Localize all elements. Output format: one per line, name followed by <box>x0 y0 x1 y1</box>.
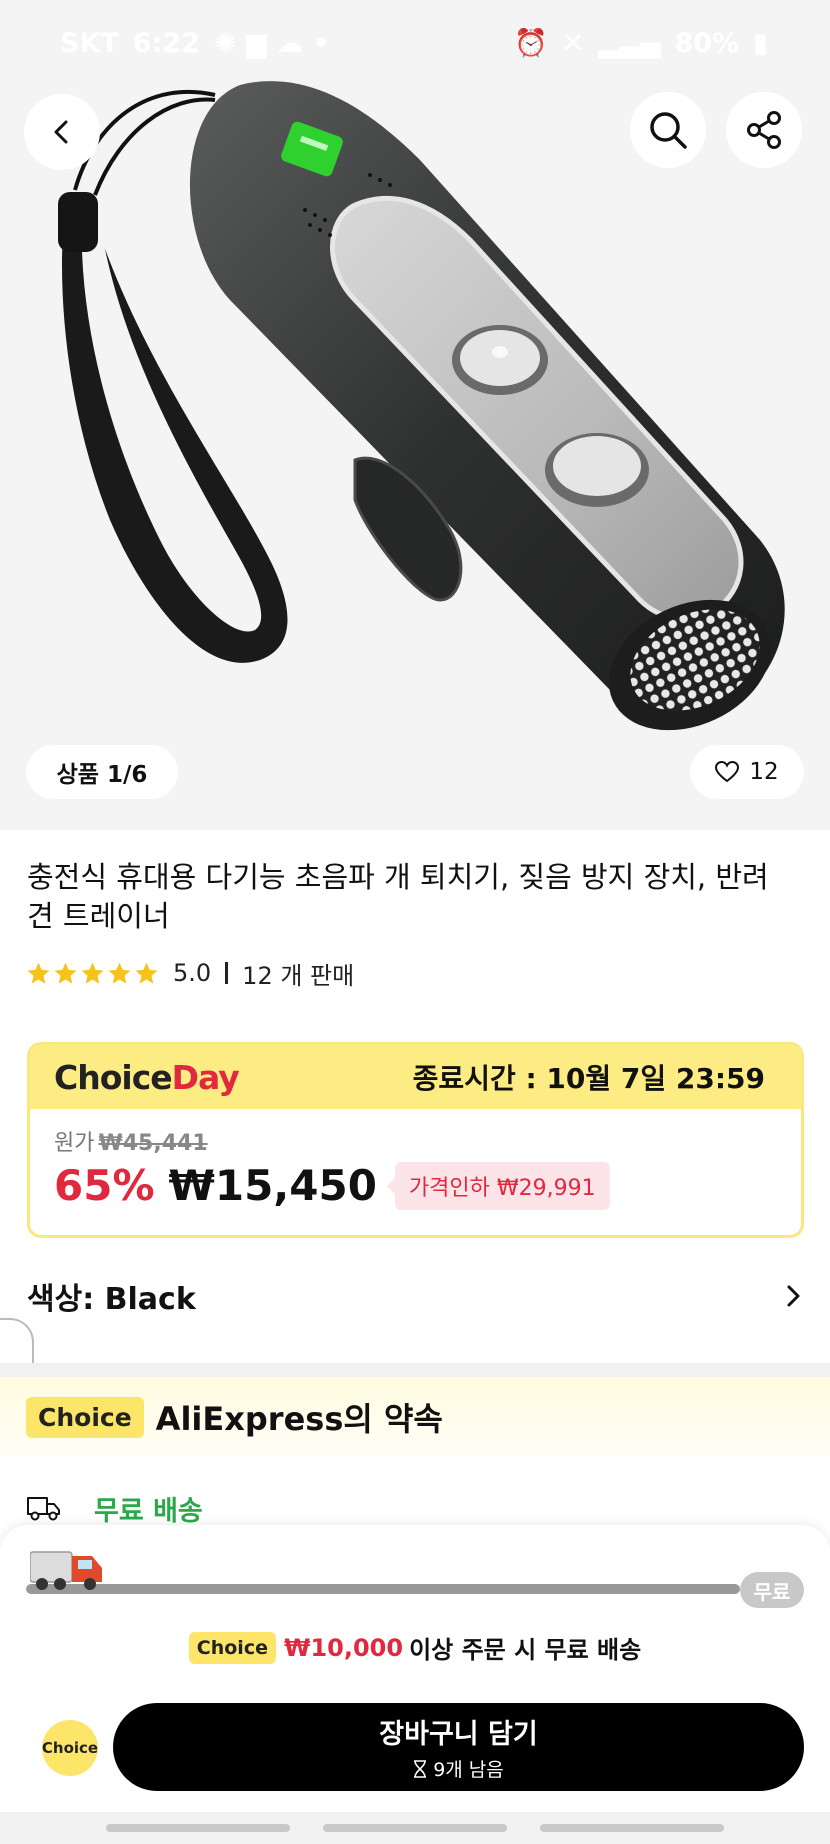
price-block: 원가 ₩45,441 65% ₩15,450 가격인하 ₩29,991 <box>30 1109 801 1210</box>
choice-day-logo: ChoiceDay <box>54 1057 240 1097</box>
star-icon <box>27 962 50 984</box>
free-shipping-label: 무료 배송 <box>94 1495 203 1527</box>
free-shipping-text: 이상 주문 시 무료 배송 <box>409 1636 642 1664</box>
sold-count: 12 개 판매 <box>242 961 355 990</box>
free-shipping-message: Choice ₩10,000 이상 주문 시 무료 배송 <box>0 1630 830 1665</box>
bottom-sheet <box>0 1525 830 1844</box>
rating-row[interactable]: 5.0 12 개 판매 <box>26 955 354 991</box>
hourglass-icon <box>414 1759 427 1778</box>
nav-handle-center[interactable] <box>322 1824 507 1832</box>
aliexpress-promise-header: Choice AliExpress의 약속 <box>0 1377 830 1457</box>
back-button[interactable] <box>24 94 100 170</box>
like-count: 12 <box>749 759 779 785</box>
sale-price: ₩15,450 <box>168 1161 377 1210</box>
star-icon <box>54 962 77 984</box>
star-icon <box>81 962 104 984</box>
carrier-label: SKT <box>60 27 119 59</box>
free-shipping-row[interactable]: 무료 배송 <box>26 1488 806 1528</box>
nav-handle-left[interactable] <box>106 1824 291 1832</box>
image-counter: 상품 1/6 <box>26 745 178 799</box>
product-title: 충전식 휴대용 다기능 초음파 개 퇴치기, 짖음 방지 장치, 반려견 트레이… <box>27 860 769 933</box>
signal-icon: ▂▃▄ <box>598 27 661 59</box>
battery-label: 80% <box>674 27 740 59</box>
share-icon <box>747 111 781 149</box>
search-icon <box>650 112 687 149</box>
discount-percent: 65% <box>54 1161 155 1210</box>
choice-day-header: ChoiceDay 종료시간 : 10월 7일 23:59 <box>30 1045 801 1109</box>
battery-icon: ▮ <box>753 27 768 59</box>
color-option-label: 색상: Black <box>27 1282 196 1317</box>
free-progress-pill: 무료 <box>740 1572 804 1608</box>
add-to-cart-label: 장바구니 담기 <box>379 1719 538 1750</box>
free-shipping-progress <box>26 1584 740 1594</box>
deal-end-time: 종료시간 : 10월 7일 23:59 <box>412 1062 765 1095</box>
status-bar: SKT 6:22 ✺ ▆ ☁ • ⏰ ✕ ▂▃▄ 80% ▮ <box>0 0 830 86</box>
rating-stars <box>26 961 159 986</box>
notification-icons: ✺ ▆ ☁ • <box>213 27 330 59</box>
original-price: 원가 ₩45,441 <box>54 1131 208 1156</box>
choice-badge-small: Choice <box>188 1631 276 1664</box>
add-to-cart-button[interactable]: 장바구니 담기 9개 남음 <box>113 1703 804 1791</box>
mute-icon: ✕ <box>561 27 585 59</box>
rating-divider <box>225 962 229 984</box>
truck-icon <box>27 1497 60 1521</box>
section-divider <box>0 1363 830 1377</box>
share-button[interactable] <box>726 92 802 168</box>
alarm-icon: ⏰ <box>513 28 548 59</box>
search-button[interactable] <box>630 92 706 168</box>
choice-badge: Choice <box>26 1396 144 1438</box>
chevron-right-icon <box>787 1285 800 1307</box>
stock-remaining: 9개 남음 <box>413 1755 504 1782</box>
rating-value: 5.0 <box>173 959 212 987</box>
clock: 6:22 <box>132 27 200 59</box>
price-drop-badge: 가격인하 ₩29,991 <box>386 1161 610 1210</box>
color-option-selector[interactable]: 색상: Black <box>27 1270 803 1322</box>
free-shipping-threshold: ₩10,000 <box>283 1633 404 1662</box>
system-nav-bar <box>0 1812 830 1844</box>
chevron-left-icon <box>54 120 68 144</box>
nav-handle-right[interactable] <box>539 1824 724 1832</box>
star-icon <box>135 962 158 984</box>
heart-icon <box>715 761 740 783</box>
choice-store-icon[interactable]: Choice <box>42 1720 98 1776</box>
choice-day-deal: ChoiceDay 종료시간 : 10월 7일 23:59 원가 ₩45,441 … <box>27 1042 804 1238</box>
star-icon <box>108 962 131 984</box>
delivery-truck-icon <box>30 1551 102 1590</box>
wishlist-button[interactable]: 12 <box>690 745 804 799</box>
promise-title: AliExpress의 약속 <box>155 1400 443 1438</box>
